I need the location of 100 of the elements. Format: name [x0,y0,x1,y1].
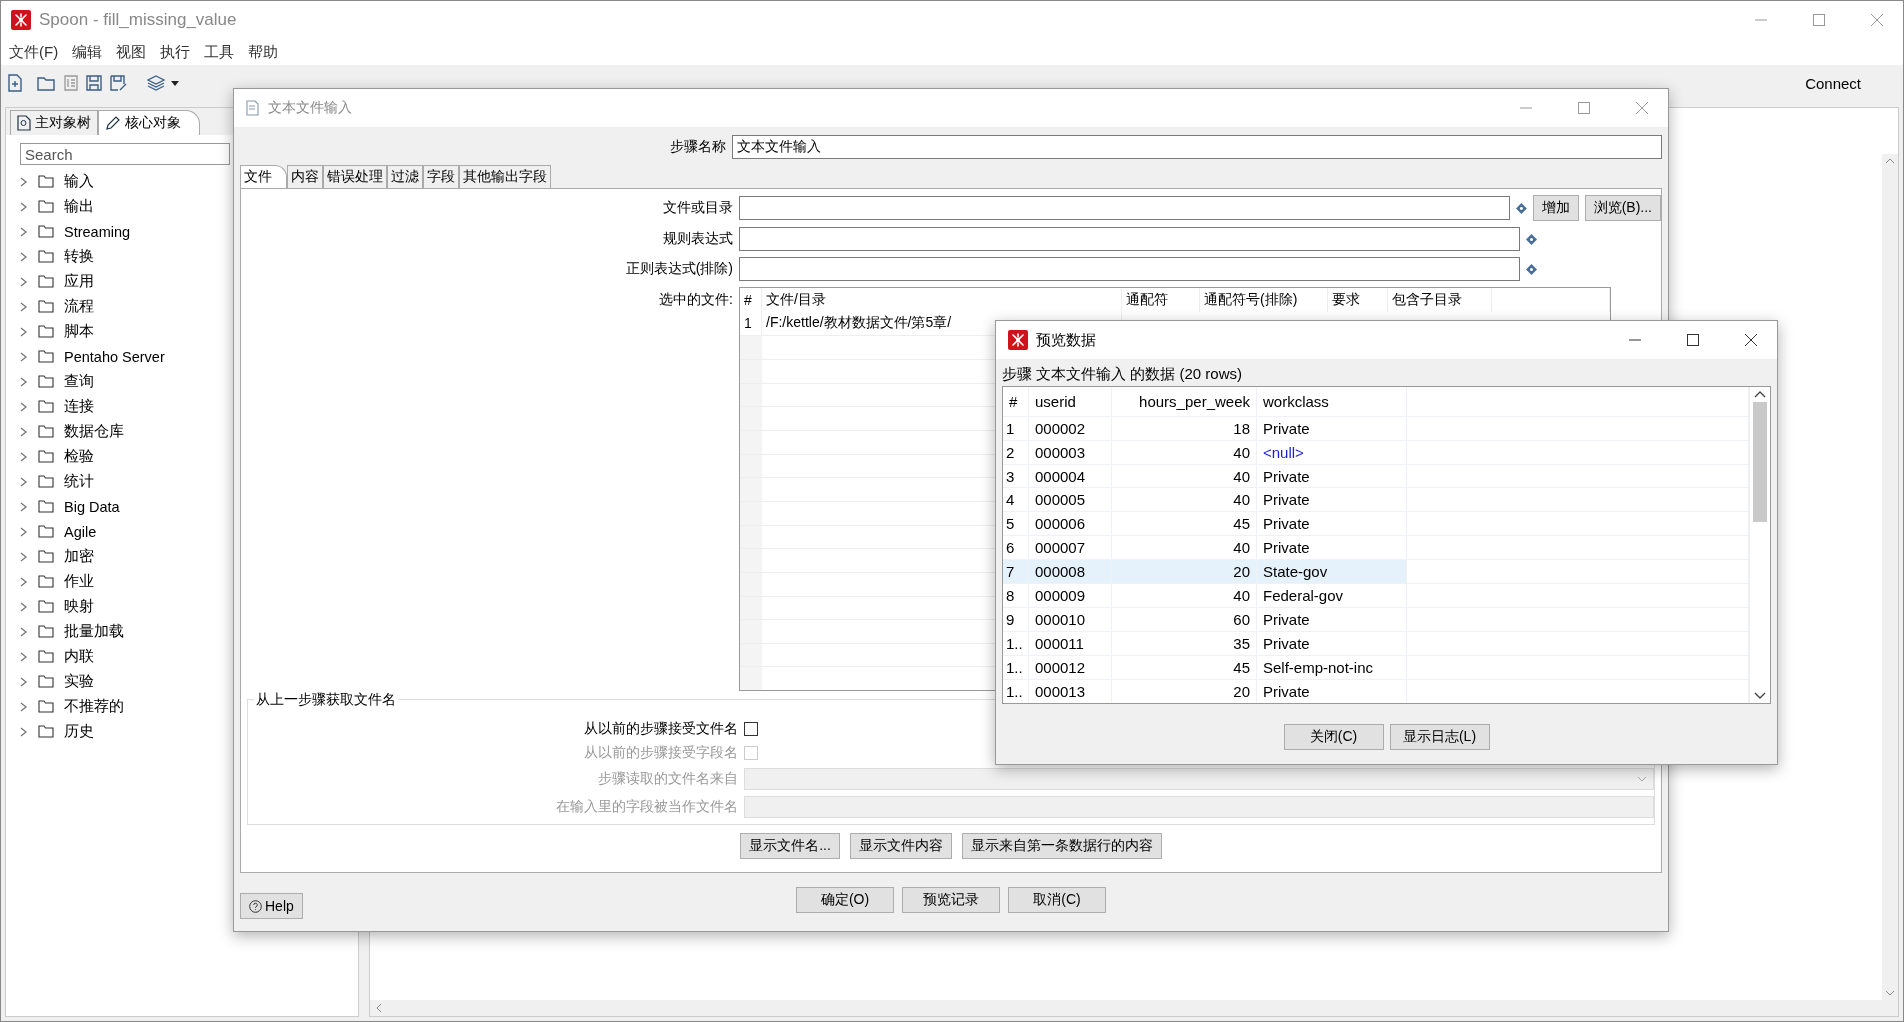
tree-item[interactable]: 转换 [64,247,94,266]
chevron-icon[interactable] [20,601,28,612]
maximize-icon[interactable] [1687,334,1699,346]
tab[interactable]: 文件 [240,165,287,188]
dropdown-field[interactable] [744,768,1654,790]
input-field[interactable] [739,227,1520,251]
chevron-icon[interactable] [20,376,28,387]
tree-item[interactable]: Big Data [64,498,120,515]
tree-item[interactable]: 输入 [64,172,94,191]
chevron-icon[interactable] [20,626,28,637]
connect-button[interactable]: Connect [1805,74,1897,92]
dialog-button[interactable]: 预览记录 [902,887,1000,913]
dialog-button[interactable]: 取消(C) [1008,887,1106,913]
menu-item[interactable]: 视图 [116,42,147,62]
tree-item[interactable]: 映射 [64,597,94,616]
field-label: 步骤名称 [669,138,726,156]
tab[interactable]: 错误处理 [323,165,387,188]
tree-item[interactable]: Pentaho Server [64,348,165,365]
dialog-button[interactable]: 确定(O) [796,887,894,913]
scroll-left-icon[interactable] [376,1003,382,1013]
document-icon [246,100,260,116]
tree-item[interactable]: 应用 [64,272,94,291]
tab[interactable]: 字段 [423,165,459,188]
chevron-icon[interactable] [20,176,28,187]
tree-item[interactable]: 数据仓库 [64,422,124,441]
tree-item[interactable]: 不推荐的 [64,697,124,716]
tree-item[interactable]: 检验 [64,447,94,466]
tree-item[interactable]: 内联 [64,647,94,666]
chevron-icon[interactable] [20,426,28,437]
new-file-icon[interactable] [7,74,23,92]
tree-item[interactable]: 实验 [64,672,94,691]
chevron-icon[interactable] [20,226,28,237]
help-button[interactable]: Help [240,893,303,919]
chevron-icon[interactable] [20,351,28,362]
tree-item[interactable]: 查询 [64,372,94,391]
show-button[interactable]: 显示文件名... [740,833,840,859]
chevron-icon[interactable] [20,251,28,262]
chevron-icon[interactable] [20,326,28,337]
tree-item[interactable]: 连接 [64,397,94,416]
folder-icon [38,650,54,663]
tree-item[interactable]: 流程 [64,297,94,316]
dialog-button[interactable]: 关闭(C) [1283,724,1384,750]
chevron-icon[interactable] [20,701,28,712]
chevron-icon[interactable] [20,276,28,287]
chevron-icon[interactable] [20,401,28,412]
menu-item[interactable]: 帮助 [248,42,279,62]
folder-icon [38,700,54,713]
show-button[interactable]: 显示文件内容 [849,833,952,859]
tree-item[interactable]: 历史 [64,722,94,741]
table-cell: 40 [1112,584,1257,608]
close-icon[interactable] [1745,334,1757,346]
tree-item[interactable]: 加密 [64,547,94,566]
checkbox[interactable] [744,722,758,736]
table-cell: Private [1257,536,1407,560]
open-folder-icon[interactable] [37,74,57,92]
menu-item[interactable]: 编辑 [72,42,103,62]
tab[interactable]: 内容 [287,165,323,188]
tree-item[interactable]: Streaming [64,223,131,240]
folder-icon [38,525,54,538]
menu-item[interactable]: 文件(F) [9,42,59,62]
scroll-up-icon[interactable] [1754,391,1766,398]
chevron-icon[interactable] [20,526,28,537]
table-cell: 9 [1003,608,1029,632]
tree-item[interactable]: 脚本 [64,322,94,341]
chevron-icon[interactable] [20,201,28,212]
chevron-icon[interactable] [20,301,28,312]
scrollbar-thumb[interactable] [1753,402,1767,522]
file-button[interactable]: 增加 [1532,195,1579,221]
tree-item[interactable]: Agile [64,523,97,540]
folder-icon [38,450,54,463]
tree-item[interactable]: 作业 [64,572,94,591]
chevron-icon[interactable] [20,501,28,512]
chevron-icon[interactable] [20,551,28,562]
show-button[interactable]: 显示来自第一条数据行的内容 [961,833,1162,859]
chevron-icon[interactable] [20,726,28,737]
save-icon[interactable] [85,74,103,92]
tree-item[interactable]: 批量加载 [64,622,124,641]
chevron-icon[interactable] [20,476,28,487]
save-as-icon[interactable] [109,74,127,92]
chevron-icon[interactable] [20,676,28,687]
chevron-icon[interactable] [20,451,28,462]
menu-item[interactable]: 工具 [204,42,235,62]
step-name-field[interactable]: 文本文件输入 [732,135,1662,159]
menu-item[interactable]: 执行 [160,42,191,62]
dialog-button[interactable]: 显示日志(L) [1389,724,1490,750]
panel-tab[interactable]: 主对象树 [10,110,98,135]
search-field[interactable]: Search [20,143,230,165]
layers-icon[interactable] [147,74,181,92]
tab[interactable]: 其他输出字段 [459,165,551,188]
folder-icon [38,575,54,588]
panel-tab[interactable]: 核心对象 [98,110,200,135]
chevron-icon[interactable] [20,576,28,587]
tab[interactable]: 过滤 [387,165,423,188]
file-button[interactable]: 浏览(B)... [1584,195,1661,221]
input-field[interactable] [739,196,1510,220]
scroll-down-icon[interactable] [1754,692,1766,699]
input-field[interactable] [739,257,1520,281]
chevron-icon[interactable] [20,651,28,662]
tree-item[interactable]: 输出 [64,197,94,216]
tree-item[interactable]: 统计 [64,472,94,491]
